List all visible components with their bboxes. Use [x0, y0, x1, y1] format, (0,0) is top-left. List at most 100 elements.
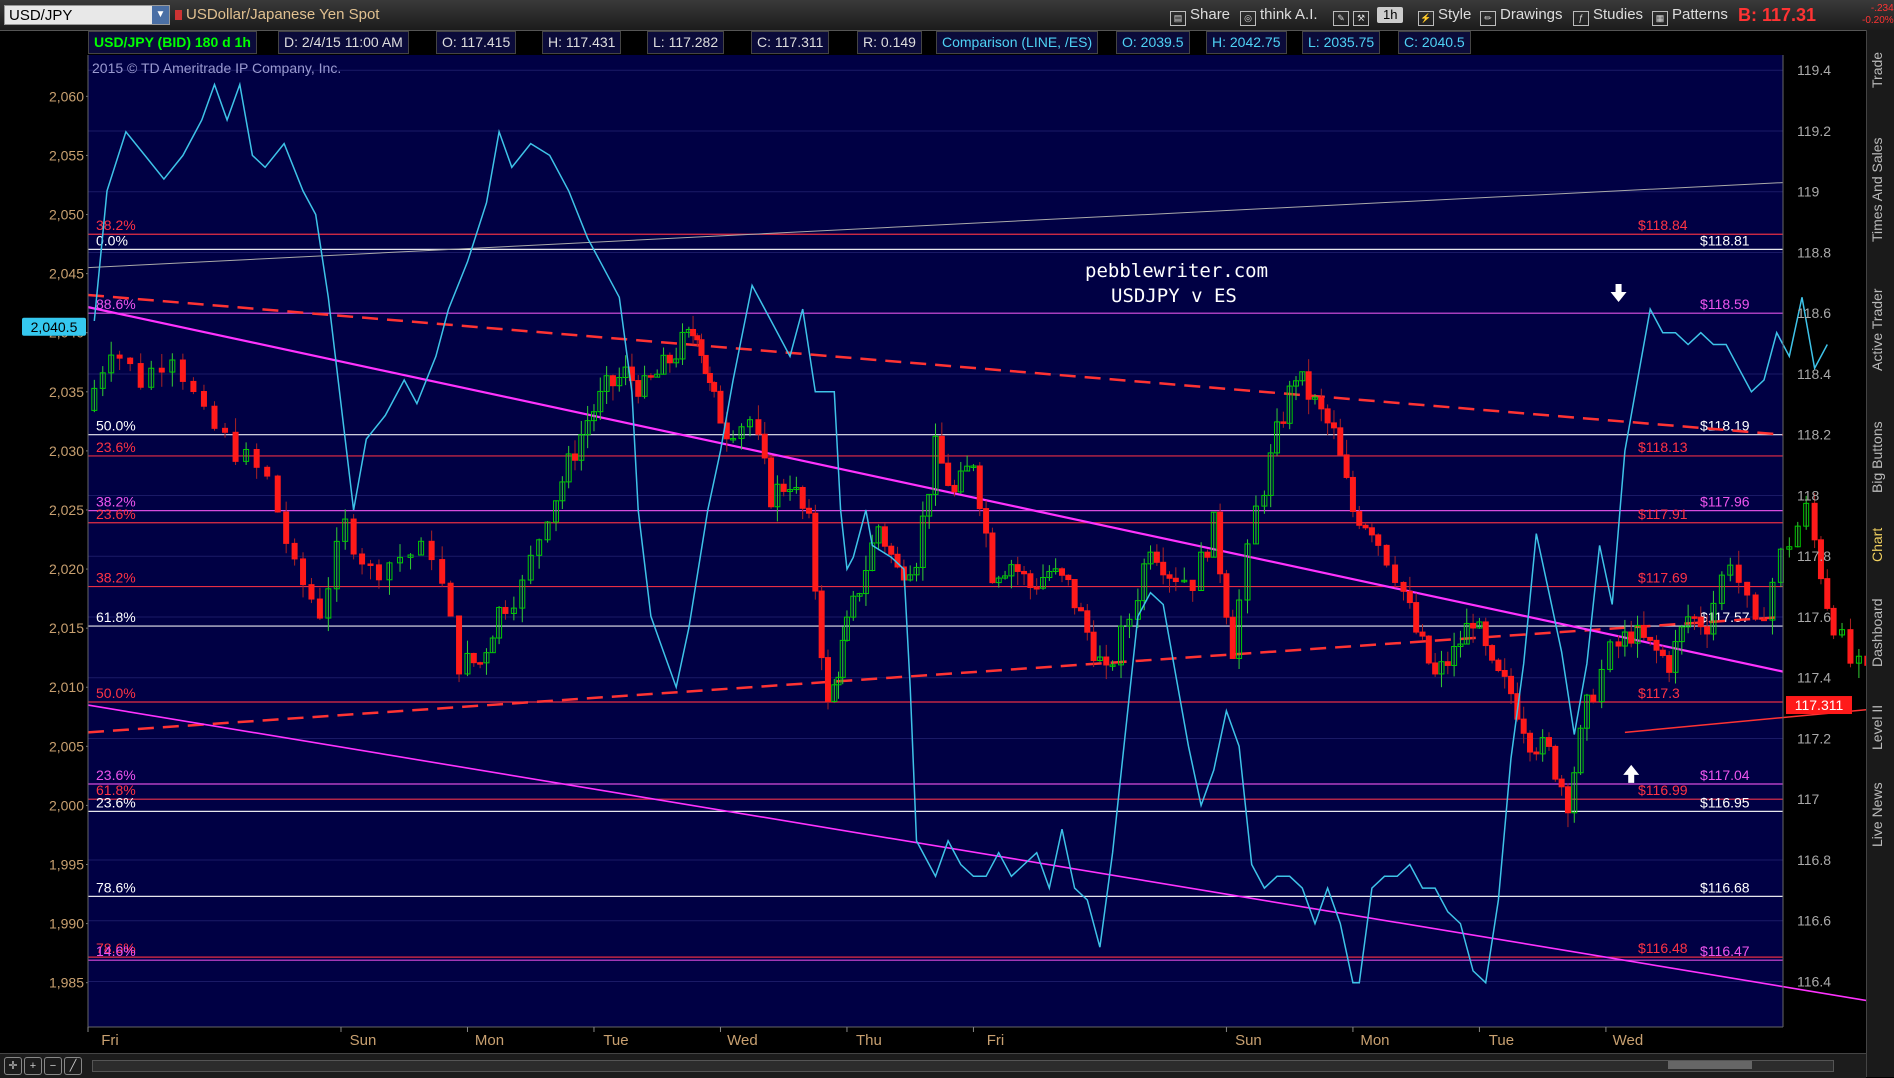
right-tick-label: 117.2: [1797, 730, 1831, 746]
candle-body: [1647, 636, 1654, 641]
watermark-line-1: pebblewriter.com: [1085, 260, 1268, 282]
left-tick-label: 2,045: [49, 266, 84, 282]
candle-body: [308, 584, 315, 600]
candle-body: [1383, 544, 1390, 566]
candle-body: [818, 590, 825, 659]
candle-body: [1065, 574, 1072, 581]
change-value: -.234: [1870, 3, 1894, 14]
fib-price-label: $117.91: [1638, 506, 1688, 522]
candle-body: [755, 419, 762, 435]
candle-body: [179, 359, 186, 382]
candle-body: [1160, 561, 1167, 576]
right-tick-label: 119: [1797, 184, 1820, 200]
fib-percent-label: 23.6%: [96, 506, 136, 522]
left-tick-label: 2,005: [49, 738, 84, 754]
fib-price-label: $116.95: [1700, 794, 1750, 810]
pan-icon[interactable]: ✛: [4, 1057, 22, 1075]
x-tick-label: Wed: [727, 1032, 758, 1049]
candle-body: [283, 511, 290, 544]
candle-body: [158, 367, 165, 373]
fib-percent-label: 50.0%: [96, 685, 136, 701]
fib-percent-label: 38.2%: [96, 217, 136, 233]
right-tick-label: 118.4: [1797, 366, 1831, 382]
tab-times-and-sales[interactable]: Times And Sales: [1869, 115, 1893, 265]
fib-percent-label: 78.6%: [96, 879, 136, 895]
right-tick-label: 117: [1797, 791, 1820, 807]
fib-percent-label: 50.0%: [96, 418, 136, 434]
copyright-text: 2015 © TD Ameritrade IP Company, Inc.: [92, 60, 341, 76]
candle-body: [1697, 616, 1704, 628]
x-tick-label: Tue: [1489, 1032, 1514, 1049]
scrollbar[interactable]: [92, 1060, 1834, 1072]
candle-body: [806, 507, 813, 514]
candle-body: [359, 553, 366, 565]
candle-body: [1558, 778, 1565, 788]
candle-body: [1659, 649, 1666, 657]
right-tick-label: 118.6: [1797, 305, 1831, 321]
x-tick-label: Thu: [856, 1032, 882, 1049]
candle-body: [824, 657, 831, 702]
candle-body: [1590, 694, 1597, 703]
candle-body: [690, 328, 697, 337]
right-tick-label: 116.4: [1797, 973, 1831, 989]
zoom-out-icon[interactable]: −: [44, 1057, 62, 1075]
right-tick-label: 118.8: [1797, 244, 1831, 260]
fib-percent-label: 38.2%: [96, 570, 136, 586]
candle-body: [1166, 574, 1173, 579]
candle-body: [945, 462, 952, 486]
candle-body: [976, 465, 983, 510]
fib-percent-label: 0.0%: [96, 232, 128, 248]
fib-price-label: $118.13: [1638, 439, 1688, 455]
candle-body: [647, 375, 654, 378]
right-tick-label: 118.2: [1797, 427, 1831, 443]
left-tick-label: 2,035: [49, 384, 84, 400]
candle-body: [1735, 564, 1742, 583]
tab-level-ii[interactable]: Level II: [1869, 692, 1893, 762]
candle-body: [1217, 511, 1224, 575]
left-tick-label: 1,990: [49, 916, 84, 932]
fib-percent-label: 23.6%: [96, 794, 136, 810]
candle-body: [1280, 421, 1287, 424]
candle-body: [1552, 745, 1559, 780]
candle-body: [989, 532, 996, 584]
right-tick-label: 119.2: [1797, 123, 1831, 139]
candle-body: [706, 373, 713, 384]
candle-body: [761, 433, 768, 459]
left-tick-label: 2,020: [49, 561, 84, 577]
candle-body: [1545, 737, 1552, 747]
candle-body: [137, 363, 144, 388]
candle-body: [1470, 622, 1477, 629]
candle-body: [1640, 624, 1647, 638]
tab-trade[interactable]: Trade: [1869, 40, 1893, 100]
price-chart[interactable]: 38.2% $118.840.0% $118.8188.6% $118.5950.0%…: [0, 0, 1866, 1053]
candle-body: [116, 354, 123, 359]
candle-body: [274, 475, 281, 513]
right-tick-label: 116.8: [1797, 852, 1831, 868]
candle-body: [1305, 371, 1312, 400]
tab-chart[interactable]: Chart: [1869, 515, 1893, 575]
tab-dashboard[interactable]: Dashboard: [1869, 583, 1893, 683]
zoom-in-icon[interactable]: +: [24, 1057, 42, 1075]
right-tick-label: 116.6: [1797, 913, 1831, 929]
tab-active-trader[interactable]: Active Trader: [1869, 265, 1893, 395]
fib-price-label: $116.48: [1638, 940, 1688, 956]
draw-line-icon[interactable]: ╱: [64, 1057, 82, 1075]
bottom-toolbar: ✛ + − ╱: [0, 1053, 1866, 1078]
candle-body: [812, 512, 819, 592]
candle-body: [264, 466, 271, 477]
candle-body: [1432, 662, 1439, 675]
candle-body: [983, 508, 990, 534]
candle-body: [1824, 578, 1831, 609]
tab-big-buttons[interactable]: Big Buttons: [1869, 402, 1893, 512]
candle-body: [253, 448, 260, 468]
candle-body: [300, 558, 307, 586]
candle-body: [1153, 551, 1160, 563]
left-tick-label: 2,010: [49, 679, 84, 695]
cmp-low: L: 2035.75: [1302, 31, 1381, 54]
candle-body: [1489, 645, 1496, 661]
tab-live-news[interactable]: Live News: [1869, 770, 1893, 860]
candle-body: [1564, 786, 1571, 814]
candle-body: [1014, 564, 1021, 572]
scrollbar-thumb[interactable]: [1668, 1061, 1752, 1069]
left-tick-label: 2,060: [49, 88, 84, 104]
